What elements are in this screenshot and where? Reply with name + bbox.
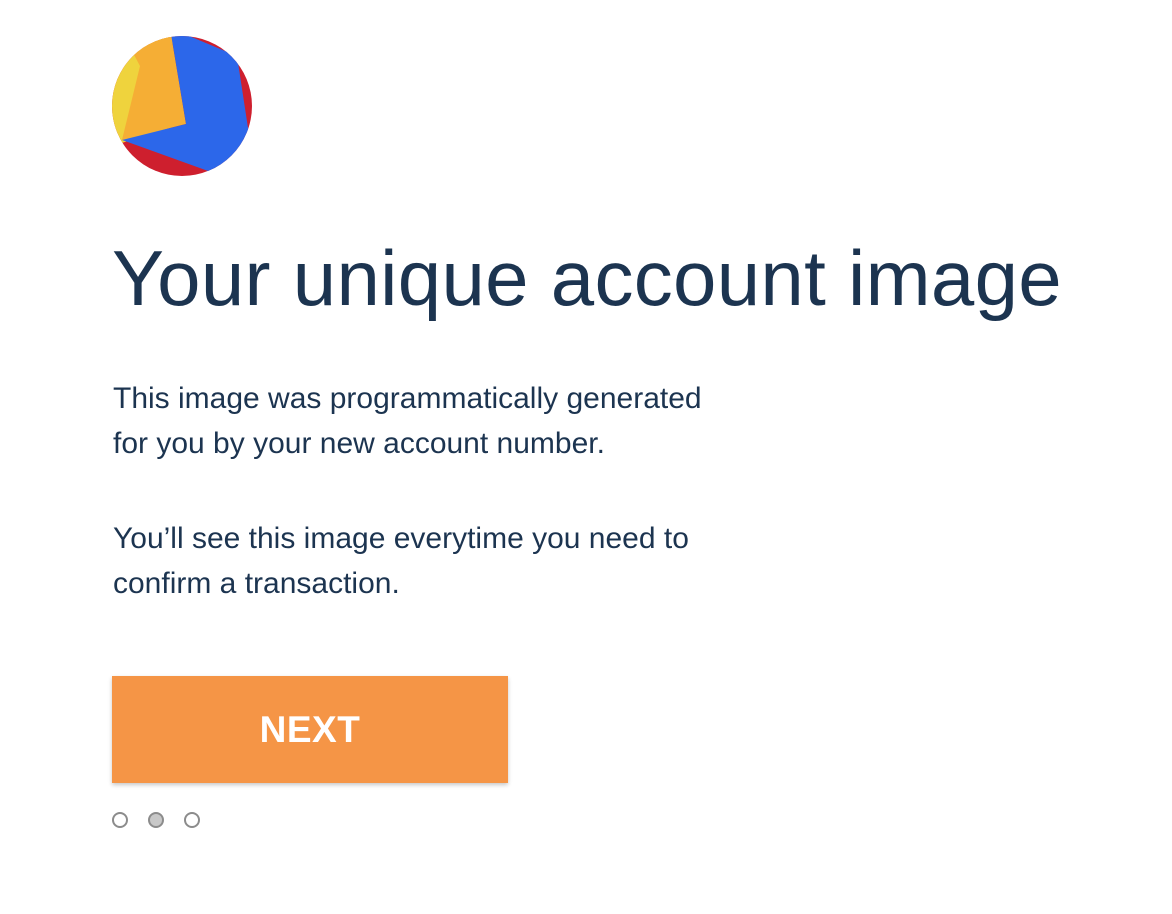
confirmation-line: You’ll see this image everytime you need… <box>113 522 689 555</box>
account-identicon-icon <box>112 36 252 176</box>
confirmation-paragraph: You’ll see this image everytime you need… <box>113 516 793 606</box>
account-avatar <box>112 36 252 176</box>
confirmation-line: confirm a transaction. <box>113 567 400 600</box>
pagination-dot-2[interactable] <box>148 812 164 828</box>
description-line: This image was programmatically generate… <box>113 382 702 415</box>
pagination-dot-3[interactable] <box>184 812 200 828</box>
next-button[interactable]: NEXT <box>112 676 508 783</box>
description-paragraph: This image was programmatically generate… <box>113 376 793 466</box>
pagination-dot-1[interactable] <box>112 812 128 828</box>
page-title: Your unique account image <box>112 234 1062 322</box>
description-line: for you by your new account number. <box>113 427 605 460</box>
pagination-dots <box>112 812 200 828</box>
